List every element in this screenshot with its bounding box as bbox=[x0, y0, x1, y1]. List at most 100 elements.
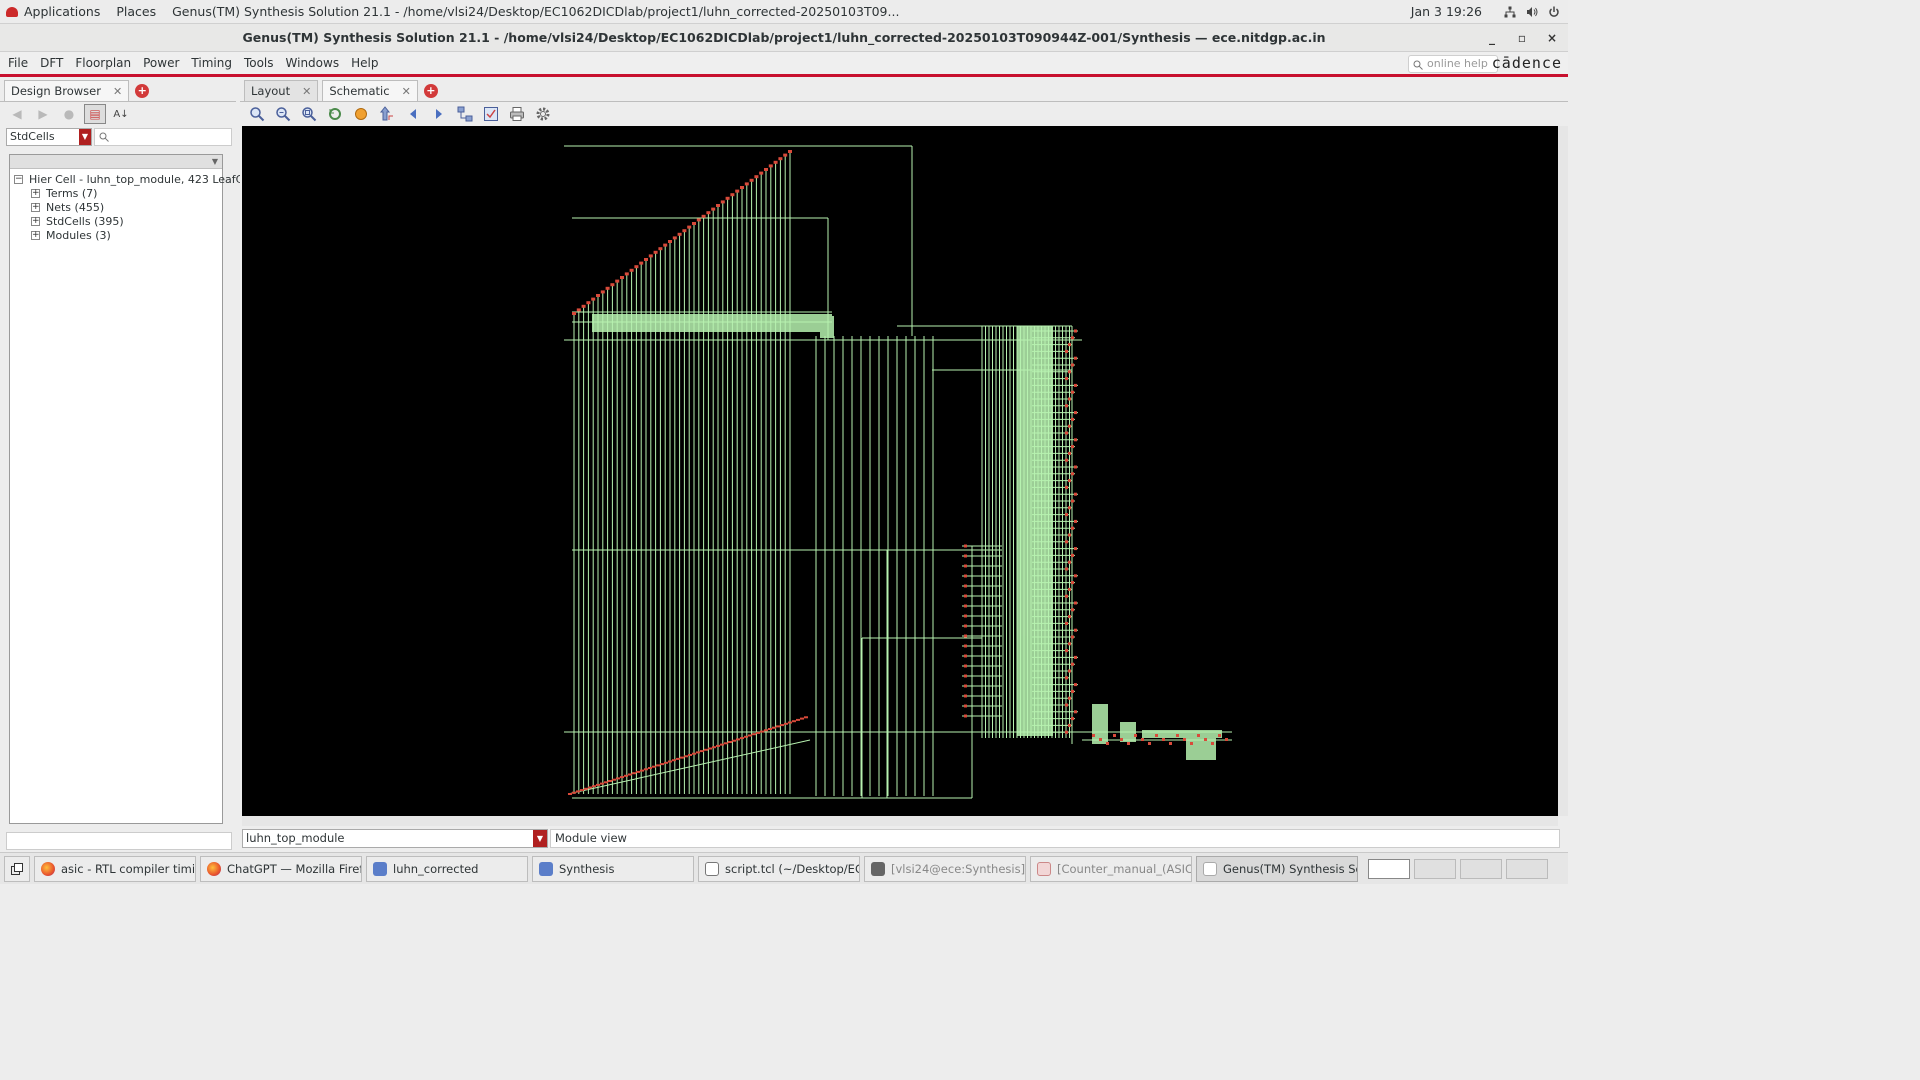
task-luhn-corrected[interactable]: luhn_corrected bbox=[366, 855, 528, 882]
schematic-pin bbox=[964, 694, 967, 698]
schematic-pin bbox=[1065, 485, 1068, 489]
expand-icon[interactable]: + bbox=[31, 202, 40, 212]
schematic-pin bbox=[692, 752, 696, 755]
tree-header[interactable]: ▼ bbox=[10, 155, 222, 169]
chevron-down-icon[interactable]: ▼ bbox=[212, 157, 218, 166]
filter-input[interactable] bbox=[94, 128, 232, 146]
schematic-pin bbox=[1071, 417, 1074, 421]
tab-label: Schematic bbox=[329, 84, 390, 98]
design-tree[interactable]: ▼ − Hier Cell - luhn_top_module, 423 Lea… bbox=[9, 154, 262, 824]
chevron-down-icon[interactable]: ▼ bbox=[533, 830, 547, 847]
workspace-2[interactable] bbox=[1414, 858, 1456, 879]
hierarchy-view-icon[interactable] bbox=[454, 104, 476, 124]
menu-tools[interactable]: Tools bbox=[238, 56, 280, 70]
previous-page-icon[interactable] bbox=[402, 104, 424, 124]
print-icon[interactable] bbox=[506, 104, 528, 124]
sort-az-icon[interactable]: A↓ bbox=[110, 104, 132, 124]
online-help-search[interactable]: online help bbox=[1408, 55, 1498, 73]
fit-selection-icon[interactable] bbox=[480, 104, 502, 124]
show-desktop-button[interactable] bbox=[4, 855, 30, 882]
active-window-title[interactable]: Genus(TM) Synthesis Solution 21.1 - /hom… bbox=[164, 4, 907, 19]
power-icon[interactable] bbox=[1548, 6, 1560, 18]
settings-gear-icon[interactable] bbox=[532, 104, 554, 124]
schematic-pin bbox=[610, 283, 615, 287]
minimize-button[interactable]: _ bbox=[1486, 31, 1498, 45]
collapse-icon[interactable]: − bbox=[14, 174, 23, 184]
add-tab-icon[interactable]: + bbox=[423, 84, 438, 98]
hierarchy-toggle-icon[interactable]: ▤ bbox=[84, 104, 106, 124]
menu-windows[interactable]: Windows bbox=[280, 56, 346, 70]
tree-item-modules[interactable]: + Modules (3) bbox=[10, 228, 222, 242]
close-window-button[interactable]: × bbox=[1546, 31, 1558, 45]
task-counter-pdf[interactable]: [Counter_manual_(ASIC).... bbox=[1030, 855, 1192, 882]
tab-layout[interactable]: Layout ✕ bbox=[244, 80, 319, 101]
add-tab-icon[interactable]: + bbox=[135, 84, 150, 98]
tree-item-nets[interactable]: + Nets (455) bbox=[10, 200, 222, 214]
browser-status-field[interactable] bbox=[6, 832, 232, 850]
schematic-pin bbox=[748, 734, 752, 737]
tree-item-terms[interactable]: + Terms (7) bbox=[10, 186, 222, 200]
volume-icon[interactable] bbox=[1526, 6, 1538, 18]
horizontal-scrollbar[interactable] bbox=[242, 816, 1558, 826]
menu-timing[interactable]: Timing bbox=[185, 56, 238, 70]
chevron-down-icon[interactable]: ▼ bbox=[79, 129, 91, 145]
clock[interactable]: Jan 3 19:26 bbox=[1411, 4, 1482, 19]
expand-icon[interactable]: + bbox=[31, 216, 40, 226]
close-tab-icon[interactable]: ✕ bbox=[402, 85, 411, 98]
task-genus[interactable]: Genus(TM) Synthesis Sol... bbox=[1196, 855, 1358, 882]
menu-dft[interactable]: DFT bbox=[34, 56, 69, 70]
workspace-1[interactable] bbox=[1368, 858, 1410, 879]
vertical-scrollbar[interactable] bbox=[1558, 126, 1568, 816]
tree-item-stdcells[interactable]: + StdCells (395) bbox=[10, 214, 222, 228]
task-chatgpt-firefox[interactable]: ChatGPT — Mozilla Firefox bbox=[200, 855, 362, 882]
refresh-icon[interactable]: ● bbox=[58, 104, 80, 124]
schematic-pin bbox=[744, 182, 749, 186]
zoom-previous-icon[interactable] bbox=[324, 104, 346, 124]
module-select[interactable]: luhn_top_module ▼ bbox=[242, 829, 548, 848]
menu-help[interactable]: Help bbox=[345, 56, 384, 70]
go-up-hierarchy-icon[interactable] bbox=[376, 104, 398, 124]
schematic-pin bbox=[600, 290, 605, 294]
zoom-fit-icon[interactable] bbox=[298, 104, 320, 124]
expand-icon[interactable]: + bbox=[31, 188, 40, 198]
schematic-pin bbox=[1074, 655, 1077, 659]
highlight-icon[interactable] bbox=[350, 104, 372, 124]
tab-schematic[interactable]: Schematic ✕ bbox=[322, 80, 418, 101]
object-type-select[interactable]: StdCells ▼ bbox=[6, 128, 92, 146]
tab-design-browser[interactable]: Design Browser ✕ bbox=[4, 80, 130, 101]
schematic-pin bbox=[1074, 492, 1077, 496]
schematic-pin bbox=[1141, 738, 1144, 741]
close-tab-icon[interactable]: ✕ bbox=[302, 85, 311, 98]
schematic-pin bbox=[964, 634, 967, 638]
tree-root[interactable]: − Hier Cell - luhn_top_module, 423 LeafC… bbox=[10, 172, 262, 186]
back-arrow-icon[interactable]: ◀ bbox=[6, 104, 28, 124]
schematic-pin bbox=[592, 785, 596, 788]
expand-icon[interactable]: + bbox=[31, 230, 40, 240]
forward-arrow-icon[interactable]: ▶ bbox=[32, 104, 54, 124]
object-type-value: StdCells bbox=[10, 130, 55, 143]
schematic-pin bbox=[1211, 742, 1214, 745]
menu-file[interactable]: File bbox=[0, 56, 34, 70]
zoom-out-icon[interactable] bbox=[272, 104, 294, 124]
task-asic-firefox[interactable]: asic - RTL compiler timin... bbox=[34, 855, 196, 882]
schematic-canvas[interactable] bbox=[242, 126, 1558, 816]
workspace-3[interactable] bbox=[1460, 858, 1502, 879]
schematic-pin bbox=[708, 747, 712, 750]
close-tab-icon[interactable]: ✕ bbox=[113, 85, 122, 98]
schematic-pin bbox=[784, 722, 788, 725]
network-icon[interactable] bbox=[1504, 6, 1516, 18]
schematic-pin bbox=[716, 744, 720, 747]
next-page-icon[interactable] bbox=[428, 104, 450, 124]
zoom-in-icon[interactable] bbox=[246, 104, 268, 124]
places-menu[interactable]: Places bbox=[108, 4, 164, 19]
applications-menu[interactable]: Applications bbox=[0, 4, 108, 19]
menu-floorplan[interactable]: Floorplan bbox=[69, 56, 137, 70]
task-script-tcl[interactable]: script.tcl (~/Desktop/EC1... bbox=[698, 855, 860, 882]
maximize-button[interactable]: ▫ bbox=[1516, 31, 1528, 45]
schematic-pin bbox=[1197, 734, 1200, 737]
task-terminal[interactable]: [vlsi24@ece:Synthesis] bbox=[864, 855, 1026, 882]
window-titlebar[interactable]: Genus(TM) Synthesis Solution 21.1 - /hom… bbox=[0, 24, 1568, 52]
workspace-4[interactable] bbox=[1506, 858, 1548, 879]
menu-power[interactable]: Power bbox=[137, 56, 185, 70]
task-synthesis-folder[interactable]: Synthesis bbox=[532, 855, 694, 882]
